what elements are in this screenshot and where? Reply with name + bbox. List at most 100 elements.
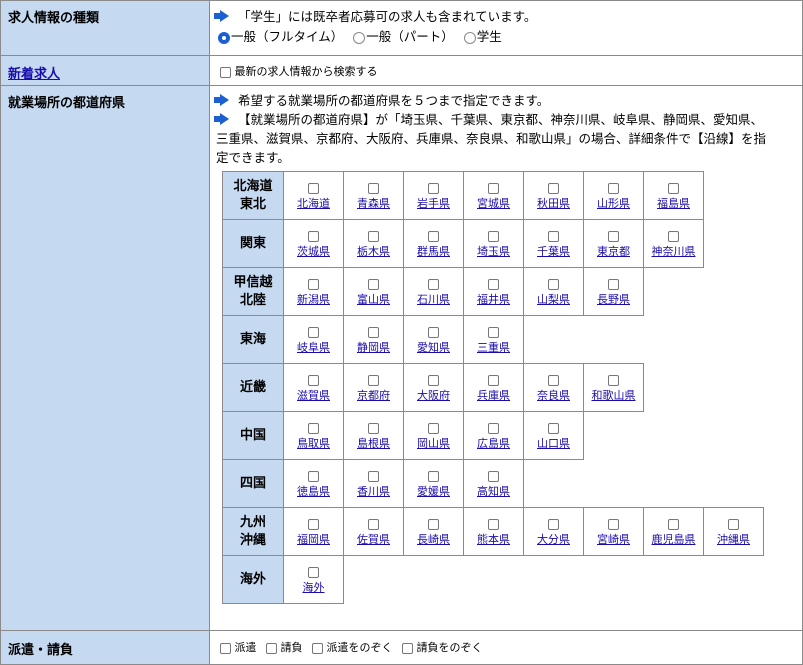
checkbox-icon[interactable]	[368, 375, 379, 386]
radio-selected-icon[interactable]	[218, 31, 230, 44]
prefecture-link[interactable]: 新潟県	[284, 291, 343, 307]
prefecture-link[interactable]: 山口県	[524, 435, 583, 451]
checkbox-icon[interactable]	[488, 183, 499, 194]
checkbox-icon[interactable]	[428, 279, 439, 290]
radio-student[interactable]: 学生	[463, 29, 502, 44]
checkbox-exclude-contract[interactable]: 請負をのぞく	[402, 641, 483, 654]
prefecture-link[interactable]: 鹿児島県	[644, 531, 703, 547]
prefecture-link[interactable]: 岐阜県	[284, 339, 343, 355]
checkbox-icon[interactable]	[488, 519, 499, 530]
prefecture-link[interactable]: 静岡県	[344, 339, 403, 355]
prefecture-link[interactable]: 高知県	[464, 483, 523, 499]
checkbox-icon[interactable]	[368, 519, 379, 530]
checkbox-icon[interactable]	[488, 375, 499, 386]
prefecture-option[interactable]: 徳島県	[283, 459, 344, 508]
checkbox-icon[interactable]	[220, 642, 231, 654]
checkbox-icon[interactable]	[368, 279, 379, 290]
prefecture-link[interactable]: 佐賀県	[344, 531, 403, 547]
prefecture-link[interactable]: 愛媛県	[404, 483, 463, 499]
prefecture-option[interactable]: 海外	[283, 555, 344, 604]
checkbox-icon[interactable]	[308, 183, 319, 194]
prefecture-link[interactable]: 熊本県	[464, 531, 523, 547]
prefecture-option[interactable]: 宮崎県	[583, 507, 644, 556]
checkbox-icon[interactable]	[548, 183, 559, 194]
checkbox-icon[interactable]	[368, 183, 379, 194]
prefecture-option[interactable]: 島根県	[343, 411, 404, 460]
prefecture-link[interactable]: 大分県	[524, 531, 583, 547]
prefecture-link[interactable]: 長崎県	[404, 531, 463, 547]
prefecture-link[interactable]: 富山県	[344, 291, 403, 307]
prefecture-option[interactable]: 大分県	[523, 507, 584, 556]
prefecture-option[interactable]: 富山県	[343, 267, 404, 316]
prefecture-option[interactable]: 神奈川県	[643, 219, 704, 268]
checkbox-icon[interactable]	[308, 519, 319, 530]
checkbox-icon[interactable]	[428, 183, 439, 194]
checkbox-icon[interactable]	[428, 375, 439, 386]
checkbox-icon[interactable]	[220, 66, 231, 78]
prefecture-link[interactable]: 広島県	[464, 435, 523, 451]
prefecture-link[interactable]: 大阪府	[404, 387, 463, 403]
prefecture-option[interactable]: 茨城県	[283, 219, 344, 268]
checkbox-icon[interactable]	[308, 423, 319, 434]
checkbox-icon[interactable]	[308, 279, 319, 290]
prefecture-link[interactable]: 北海道	[284, 195, 343, 211]
checkbox-icon[interactable]	[368, 327, 379, 338]
prefecture-option[interactable]: 沖縄県	[703, 507, 764, 556]
radio-icon[interactable]	[353, 31, 366, 44]
checkbox-icon[interactable]	[608, 279, 619, 290]
checkbox-icon[interactable]	[668, 231, 679, 242]
prefecture-option[interactable]: 福岡県	[283, 507, 344, 556]
prefecture-link[interactable]: 東京都	[584, 243, 643, 259]
prefecture-option[interactable]: 山梨県	[523, 267, 584, 316]
prefecture-link[interactable]: 島根県	[344, 435, 403, 451]
checkbox-icon[interactable]	[428, 519, 439, 530]
prefecture-link[interactable]: 秋田県	[524, 195, 583, 211]
prefecture-link[interactable]: 海外	[284, 579, 343, 595]
prefecture-link[interactable]: 山形県	[584, 195, 643, 211]
prefecture-option[interactable]: 千葉県	[523, 219, 584, 268]
checkbox-icon[interactable]	[308, 327, 319, 338]
checkbox-icon[interactable]	[308, 567, 319, 578]
checkbox-icon[interactable]	[548, 279, 559, 290]
prefecture-option[interactable]: 山口県	[523, 411, 584, 460]
checkbox-icon[interactable]	[488, 279, 499, 290]
prefecture-option[interactable]: 福島県	[643, 171, 704, 220]
prefecture-link[interactable]: 奈良県	[524, 387, 583, 403]
radio-parttime[interactable]: 一般（パート）	[353, 29, 454, 44]
prefecture-option[interactable]: 大阪府	[403, 363, 464, 412]
prefecture-link[interactable]: 岡山県	[404, 435, 463, 451]
prefecture-option[interactable]: 青森県	[343, 171, 404, 220]
prefecture-option[interactable]: 鳥取県	[283, 411, 344, 460]
radio-icon[interactable]	[463, 31, 476, 44]
checkbox-icon[interactable]	[368, 423, 379, 434]
prefecture-option[interactable]: 鹿児島県	[643, 507, 704, 556]
prefecture-option[interactable]: 熊本県	[463, 507, 524, 556]
checkbox-icon[interactable]	[488, 471, 499, 482]
prefecture-link[interactable]: 宮崎県	[584, 531, 643, 547]
prefecture-link[interactable]: 千葉県	[524, 243, 583, 259]
checkbox-icon[interactable]	[608, 375, 619, 386]
checkbox-icon[interactable]	[668, 183, 679, 194]
prefecture-link[interactable]: 福井県	[464, 291, 523, 307]
prefecture-option[interactable]: 北海道	[283, 171, 344, 220]
prefecture-option[interactable]: 埼玉県	[463, 219, 524, 268]
checkbox-icon[interactable]	[608, 519, 619, 530]
prefecture-option[interactable]: 宮城県	[463, 171, 524, 220]
checkbox-icon[interactable]	[608, 231, 619, 242]
prefecture-link[interactable]: 徳島県	[284, 483, 343, 499]
prefecture-option[interactable]: 三重県	[463, 315, 524, 364]
prefecture-option[interactable]: 秋田県	[523, 171, 584, 220]
checkbox-icon[interactable]	[312, 642, 323, 654]
checkbox-icon[interactable]	[488, 231, 499, 242]
prefecture-option[interactable]: 兵庫県	[463, 363, 524, 412]
prefecture-link[interactable]: 宮城県	[464, 195, 523, 211]
checkbox-icon[interactable]	[428, 327, 439, 338]
checkbox-contract[interactable]: 請負	[266, 641, 303, 654]
prefecture-link[interactable]: 山梨県	[524, 291, 583, 307]
prefecture-option[interactable]: 奈良県	[523, 363, 584, 412]
prefecture-option[interactable]: 長野県	[583, 267, 644, 316]
prefecture-link[interactable]: 長野県	[584, 291, 643, 307]
prefecture-option[interactable]: 香川県	[343, 459, 404, 508]
prefecture-link[interactable]: 茨城県	[284, 243, 343, 259]
prefecture-link[interactable]: 沖縄県	[704, 531, 763, 547]
